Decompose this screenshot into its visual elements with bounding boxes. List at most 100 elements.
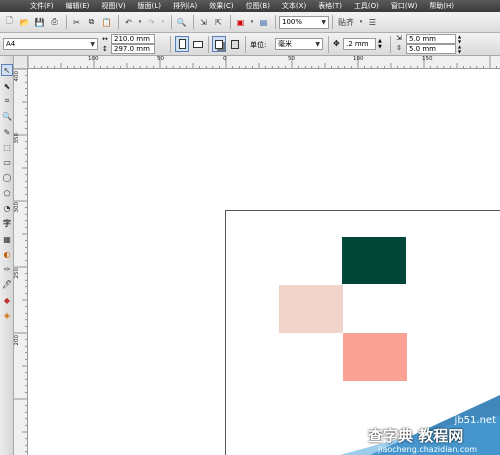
- separator: [193, 15, 194, 29]
- save-icon[interactable]: 💾: [33, 16, 46, 29]
- new-document-icon[interactable]: 🗋: [3, 16, 16, 29]
- cut-icon[interactable]: ✂: [70, 16, 83, 29]
- duplicate-distance-x-input[interactable]: 5.0 mm: [406, 34, 456, 44]
- polygon-tool-icon[interactable]: ⬠: [1, 187, 13, 199]
- zoom-tool-icon[interactable]: 🔍: [1, 110, 13, 122]
- menu-item[interactable]: 效果(C): [209, 1, 233, 11]
- portrait-button[interactable]: [175, 36, 189, 52]
- undo-icon[interactable]: ↶: [122, 16, 135, 29]
- current-page-button[interactable]: [228, 36, 242, 52]
- spin-icon[interactable]: ▲ ▼: [458, 44, 461, 54]
- watermark-brand: 查字典 教程网: [368, 427, 464, 445]
- import-icon[interactable]: ⇲: [197, 16, 210, 29]
- application-launcher-icon[interactable]: ▣: [234, 16, 247, 29]
- separator: [275, 15, 276, 29]
- watermark: jb51.net 查字典 教程网 jiaocheng.chazidian.com: [340, 385, 500, 455]
- menu-item[interactable]: 文本(X): [282, 1, 306, 11]
- separator: [208, 36, 209, 53]
- vertical-ruler-ticks: [14, 69, 27, 453]
- launcher-dropdown-icon[interactable]: ▾: [249, 16, 255, 29]
- open-folder-icon[interactable]: 📂: [18, 16, 31, 29]
- menu-item[interactable]: 排列(A): [173, 1, 197, 11]
- all-pages-button[interactable]: [212, 36, 226, 52]
- landscape-button[interactable]: [191, 36, 205, 52]
- ruler-origin[interactable]: [14, 56, 28, 69]
- separator: [171, 15, 172, 29]
- paper-size-value: A4: [6, 40, 16, 48]
- menu-bar: 文件(F) 编辑(E) 视图(V) 版面(L) 排列(A) 效果(C) 位图(B) 文本(X)…: [0, 0, 500, 12]
- vertical-ruler[interactable]: 400 350 300 250 200: [14, 69, 28, 455]
- snap-dropdown-icon[interactable]: ▾: [358, 16, 364, 29]
- paper-width-input[interactable]: 210.0 mm: [111, 34, 155, 44]
- salmon-rect[interactable]: [343, 333, 407, 381]
- menu-item[interactable]: 帮助(H): [429, 1, 454, 11]
- spin-icon[interactable]: ▲ ▼: [378, 38, 382, 50]
- smart-fill-tool-icon[interactable]: ⬚: [1, 141, 13, 153]
- duplicate-distance-y-input[interactable]: 5.0 mm: [406, 44, 456, 54]
- copy-icon[interactable]: ⧉: [85, 16, 98, 29]
- print-icon[interactable]: ⎙: [48, 16, 61, 29]
- separator: [245, 36, 246, 53]
- redo-dropdown-icon[interactable]: ▾: [160, 16, 166, 29]
- ruler-label: 0: [223, 56, 227, 62]
- menu-item[interactable]: 视图(V): [101, 1, 125, 11]
- eyedropper-tool-icon[interactable]: ✑: [1, 263, 13, 275]
- ruler-label: 50: [288, 56, 295, 62]
- all-pages-icon: [215, 39, 223, 49]
- duplicate-y-icon: ⇳: [396, 44, 402, 52]
- separator: [332, 15, 333, 29]
- undo-dropdown-icon[interactable]: ▾: [137, 16, 143, 29]
- rectangle-tool-icon[interactable]: ▭: [1, 156, 13, 168]
- redo-icon[interactable]: ↷: [145, 16, 158, 29]
- ruler-label: 50: [157, 56, 164, 62]
- menu-item[interactable]: 工具(O): [354, 1, 379, 11]
- units-select[interactable]: 毫米 ▼: [275, 38, 323, 50]
- menu-item[interactable]: 版面(L): [138, 1, 161, 11]
- horizontal-ruler[interactable]: 100 50 0 50 100 150: [28, 56, 500, 69]
- options-icon[interactable]: ☰: [366, 16, 379, 29]
- ruler-label: 400: [14, 71, 20, 82]
- ruler-label: 100: [88, 56, 99, 62]
- separator: [390, 36, 391, 53]
- separator: [328, 36, 329, 53]
- nudge-distance-input[interactable]: .2 mm: [343, 38, 376, 50]
- landscape-icon: [193, 40, 203, 48]
- freehand-tool-icon[interactable]: ✎: [1, 126, 13, 138]
- menu-item[interactable]: 窗口(W): [391, 1, 417, 11]
- fill-tool-icon[interactable]: ◆: [1, 294, 13, 306]
- paper-size-select[interactable]: A4 ▼: [3, 38, 98, 50]
- zoom-levels-combo[interactable]: 100% ▼: [279, 15, 329, 29]
- text-tool-icon[interactable]: 字: [1, 217, 13, 229]
- separator: [230, 15, 231, 29]
- ellipse-tool-icon[interactable]: ◯: [1, 171, 13, 183]
- spin-icon[interactable]: ▲ ▼: [458, 34, 461, 44]
- menu-item[interactable]: 表格(T): [318, 1, 342, 11]
- crop-tool-icon[interactable]: ⌗: [1, 95, 13, 107]
- welcome-screen-icon[interactable]: ▤: [257, 16, 270, 29]
- export-icon[interactable]: ⇱: [212, 16, 225, 29]
- table-tool-icon[interactable]: ▦: [1, 233, 13, 245]
- duplicate-x-icon: ⇲: [396, 34, 402, 42]
- dark-green-rect[interactable]: [342, 237, 406, 284]
- outline-tool-icon[interactable]: 🖊: [1, 278, 13, 290]
- basic-shapes-tool-icon[interactable]: ◔: [1, 202, 13, 214]
- menu-item[interactable]: 位图(B): [246, 1, 270, 11]
- interactive-fill-tool-icon[interactable]: ◈: [1, 309, 13, 321]
- menu-item[interactable]: 文件(F): [30, 1, 54, 11]
- menu-item[interactable]: 编辑(E): [66, 1, 90, 11]
- separator: [170, 36, 171, 53]
- blend-tool-icon[interactable]: ◐: [1, 248, 13, 260]
- width-icon: ↔: [102, 35, 108, 43]
- ruler-label: 300: [14, 202, 20, 213]
- ruler-label: 350: [14, 133, 20, 144]
- pick-tool-icon[interactable]: ↖: [1, 64, 13, 76]
- pale-pink-rect[interactable]: [279, 285, 343, 333]
- property-bar: A4 ▼ ↔ 210.0 mm ↕ 297.0 mm 单位: 毫米 ▼ ✥ .2…: [0, 33, 500, 56]
- search-content-icon[interactable]: 🔍: [175, 16, 188, 29]
- snap-to-button[interactable]: 贴齐: [336, 16, 356, 29]
- paper-height-input[interactable]: 297.0 mm: [111, 44, 155, 54]
- current-page-icon: [231, 39, 239, 49]
- separator: [118, 15, 119, 29]
- paste-icon[interactable]: 📋: [100, 16, 113, 29]
- shape-tool-icon[interactable]: ⬉: [1, 80, 13, 92]
